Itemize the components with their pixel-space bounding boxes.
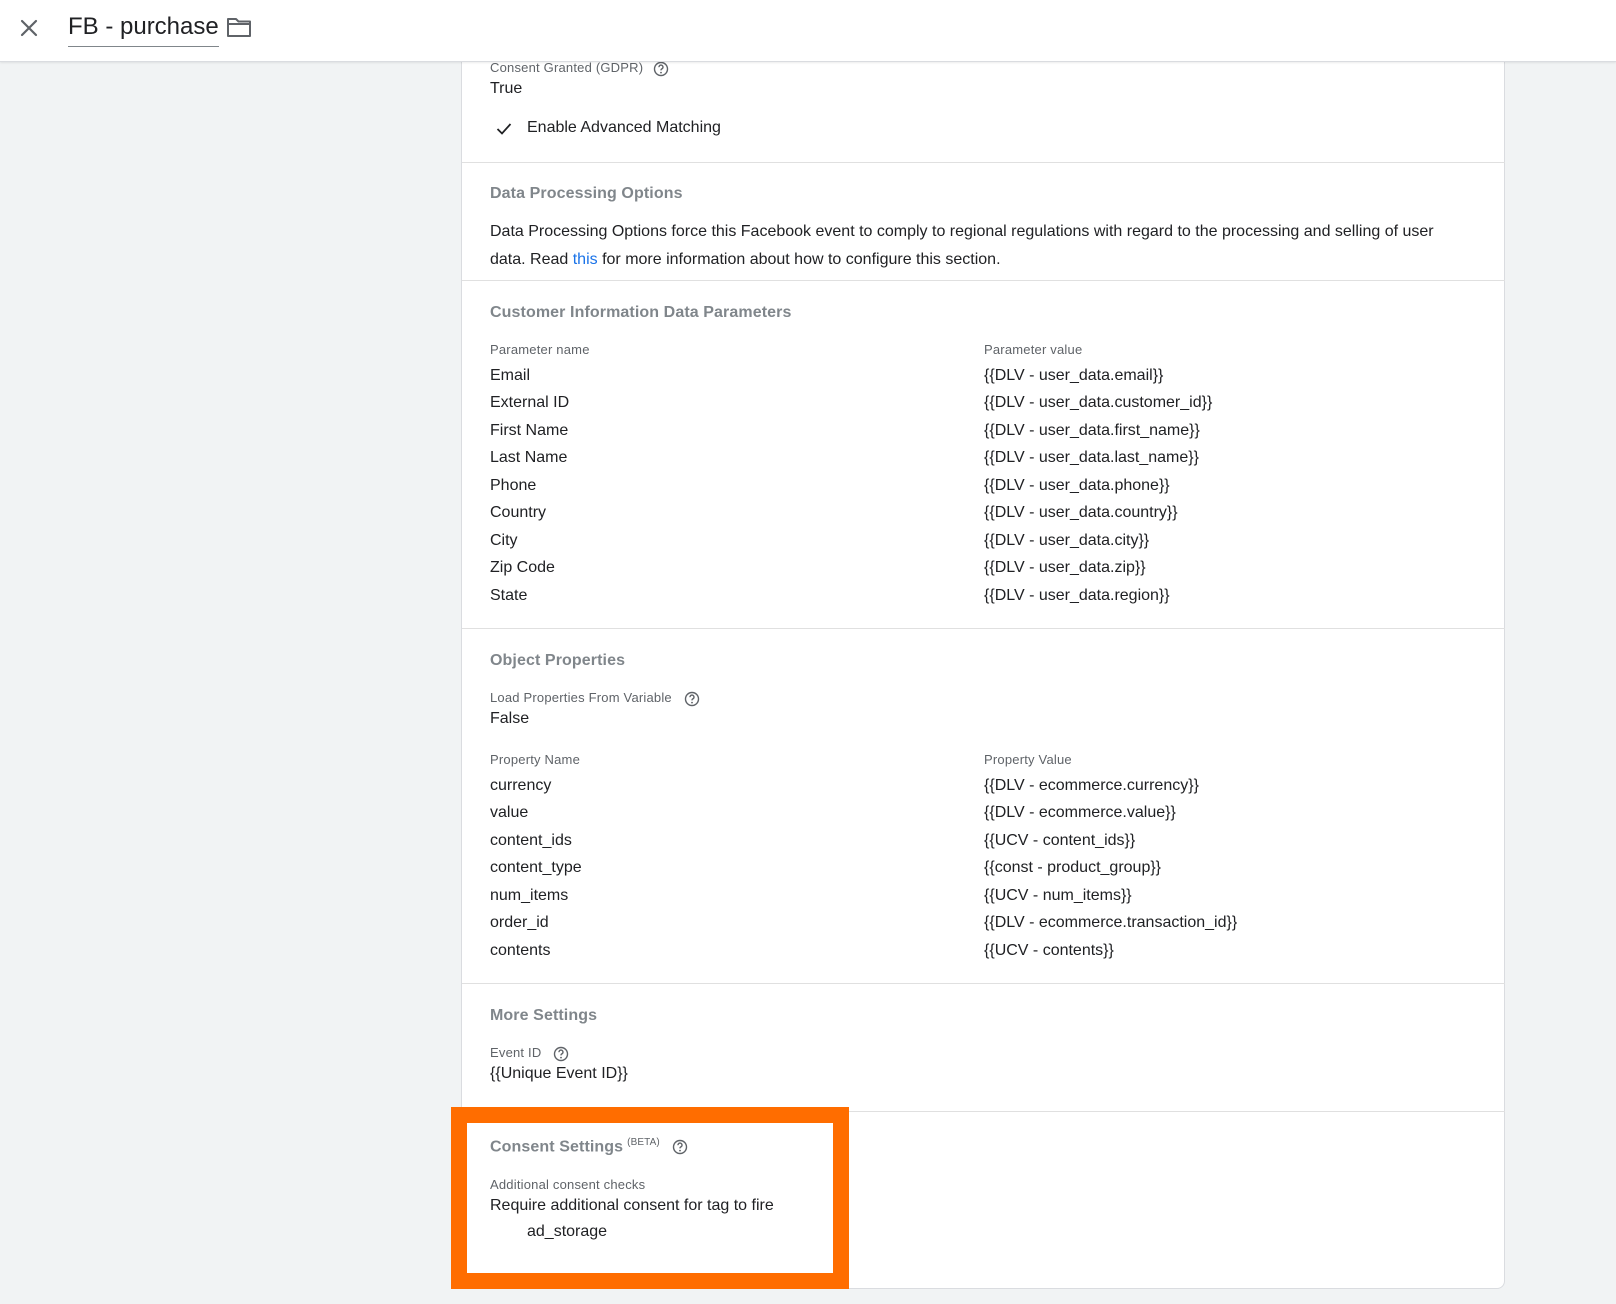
parameter-value: {{DLV - user_data.phone}} xyxy=(984,477,1170,494)
parameter-value-header: Parameter value xyxy=(984,342,1083,357)
advanced-matching-label: Enable Advanced Matching xyxy=(527,119,721,136)
property-name-header: Property Name xyxy=(490,752,581,767)
load-properties-label: Load Properties From Variable xyxy=(490,690,700,707)
parameter-name-header: Parameter name xyxy=(490,342,590,357)
close-icon[interactable] xyxy=(14,13,44,43)
parameter-name: Last Name xyxy=(490,449,568,466)
divider xyxy=(462,983,1505,984)
parameter-name: Country xyxy=(490,504,547,521)
property-value: {{DLV - ecommerce.value}} xyxy=(984,804,1176,821)
tag-configuration-card: Consent Granted (GDPR) True Enable Advan… xyxy=(461,60,1505,1289)
property-value: {{DLV - ecommerce.currency}} xyxy=(984,777,1199,794)
parameter-value: {{DLV - user_data.email}} xyxy=(984,367,1164,384)
parameter-name: Phone xyxy=(490,477,537,494)
highlight-box xyxy=(451,1107,849,1289)
parameter-name: City xyxy=(490,532,518,549)
property-name: content_ids xyxy=(490,832,572,849)
top-bar: FB - purchase xyxy=(0,0,1616,62)
data-processing-description: Data Processing Options force this Faceb… xyxy=(490,218,1470,274)
info-link[interactable]: this xyxy=(573,251,598,268)
property-value: {{const - product_group}} xyxy=(984,859,1162,876)
consent-granted-value: True xyxy=(490,80,523,97)
folder-icon[interactable] xyxy=(226,15,252,39)
parameter-name: Zip Code xyxy=(490,559,555,576)
object-properties-title: Object Properties xyxy=(490,652,626,669)
help-icon[interactable] xyxy=(553,1046,569,1062)
parameter-value: {{DLV - user_data.region}} xyxy=(984,587,1170,604)
data-processing-title: Data Processing Options xyxy=(490,185,683,202)
parameter-value: {{DLV - user_data.city}} xyxy=(984,532,1150,549)
consent-granted-label: Consent Granted (GDPR) xyxy=(490,60,669,77)
property-value: {{UCV - contents}} xyxy=(984,942,1114,959)
property-name: currency xyxy=(490,777,552,794)
tag-name-title[interactable]: FB - purchase xyxy=(68,12,219,47)
customer-info-title: Customer Information Data Parameters xyxy=(490,304,792,321)
property-value: {{DLV - ecommerce.transaction_id}} xyxy=(984,914,1238,931)
parameter-value: {{DLV - user_data.first_name}} xyxy=(984,422,1200,439)
parameter-value: {{DLV - user_data.zip}} xyxy=(984,559,1146,576)
property-name: order_id xyxy=(490,914,549,931)
event-id-label: Event ID xyxy=(490,1045,569,1062)
parameter-name: Email xyxy=(490,367,531,384)
property-value-header: Property Value xyxy=(984,752,1072,767)
help-icon[interactable] xyxy=(684,691,700,707)
more-settings-title: More Settings xyxy=(490,1007,598,1024)
divider xyxy=(462,628,1505,629)
parameter-value: {{DLV - user_data.country}} xyxy=(984,504,1178,521)
property-name: num_items xyxy=(490,887,569,904)
help-icon[interactable] xyxy=(653,61,669,77)
parameter-name: First Name xyxy=(490,422,569,439)
parameter-value: {{DLV - user_data.last_name}} xyxy=(984,449,1199,466)
property-value: {{UCV - content_ids}} xyxy=(984,832,1136,849)
property-name: value xyxy=(490,804,529,821)
divider xyxy=(462,162,1505,163)
event-id-value: {{Unique Event ID}} xyxy=(490,1065,628,1082)
parameter-name: State xyxy=(490,587,528,604)
load-properties-value: False xyxy=(490,710,530,727)
divider xyxy=(462,280,1505,281)
check-icon xyxy=(496,122,512,141)
property-name: contents xyxy=(490,942,551,959)
parameter-name: External ID xyxy=(490,394,570,411)
property-value: {{UCV - num_items}} xyxy=(984,887,1132,904)
parameter-value: {{DLV - user_data.customer_id}} xyxy=(984,394,1213,411)
description-text: for more information about how to config… xyxy=(597,251,1001,268)
property-name: content_type xyxy=(490,859,582,876)
